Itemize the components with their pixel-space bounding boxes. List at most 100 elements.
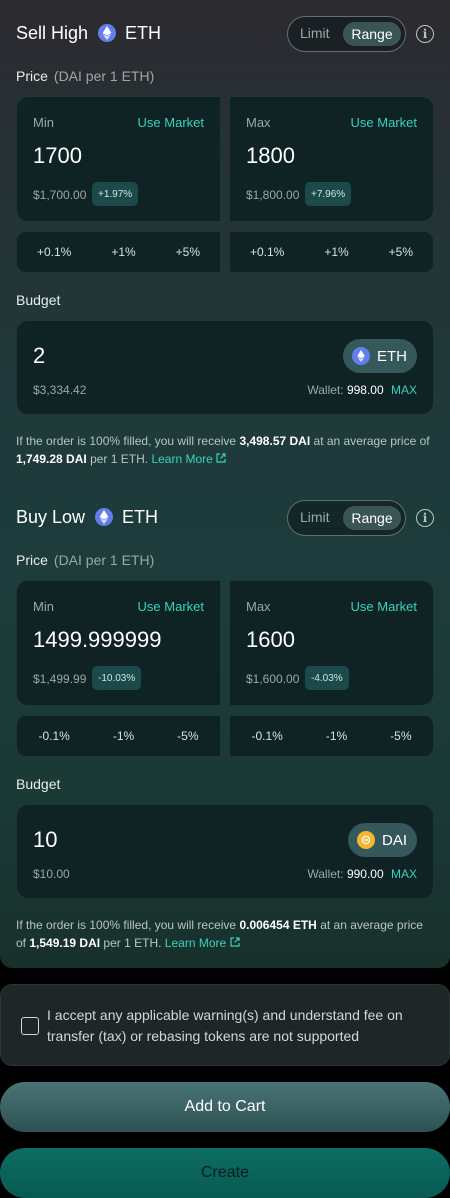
buy-budget-token-badge: DAI: [347, 823, 417, 857]
summary-text: If the order is 100% filled, you will re…: [16, 918, 237, 932]
sell-wallet-balance: Wallet: 998.00 MAX: [307, 383, 417, 397]
min-label: Min: [33, 115, 54, 130]
buy-budget-label: Budget: [16, 776, 61, 792]
summary-amount: 3,498.57 DAI: [239, 434, 311, 448]
pct-button[interactable]: +5%: [383, 241, 419, 263]
sell-max-pct-badge: +7.96%: [305, 182, 352, 206]
buy-min-price-input[interactable]: 1499.999999: [33, 627, 161, 653]
buy-price-label: Price (DAI per 1 ETH): [16, 552, 154, 568]
buy-budget-box: 10 $10.00 DAI Wallet: 990.00 MAX: [16, 804, 434, 899]
sell-max-price-box: Max Use Market 1800 $1,800.00 +7.96%: [229, 96, 434, 222]
buy-limit-option[interactable]: Limit: [300, 509, 330, 525]
pct-button[interactable]: -0.1%: [32, 725, 75, 747]
summary-text: per 1 ETH.: [90, 452, 149, 466]
sell-max-price-input[interactable]: 1800: [246, 143, 295, 169]
learn-more-link[interactable]: Learn More: [151, 452, 226, 466]
sell-budget-usd: $3,334.42: [33, 383, 87, 397]
add-to-cart-button[interactable]: Add to Cart: [0, 1082, 450, 1132]
buy-fill-summary: If the order is 100% filled, you will re…: [16, 916, 436, 952]
sell-title: Sell High: [16, 22, 89, 43]
sell-budget-label: Budget: [16, 292, 61, 308]
buy-max-use-market-button[interactable]: Use Market: [351, 599, 417, 614]
sell-min-price-box: Min Use Market 1700 $1,700.00 +1.97%: [16, 96, 221, 222]
sell-limit-option[interactable]: Limit: [300, 25, 330, 41]
create-button[interactable]: Create: [0, 1148, 450, 1198]
price-unit: (DAI per 1 ETH): [53, 68, 155, 84]
wallet-value: 998.00: [346, 383, 384, 397]
buy-max-button[interactable]: MAX: [391, 867, 417, 881]
pct-button[interactable]: -5%: [171, 725, 204, 747]
buy-max-pct-badge: -4.03%: [305, 666, 349, 690]
info-icon[interactable]: i: [416, 509, 434, 527]
eth-icon: [95, 508, 114, 526]
wallet-label: Wallet:: [307, 867, 344, 881]
sell-fill-summary: If the order is 100% filled, you will re…: [16, 432, 436, 468]
sell-budget-input[interactable]: 2: [33, 343, 45, 369]
buy-max-usd: $1,600.00: [246, 672, 300, 686]
summary-amount: 0.006454 ETH: [239, 918, 317, 932]
learn-more-link[interactable]: Learn More: [165, 936, 240, 950]
sell-budget-box: 2 $3,334.42 ETH Wallet: 998.00 MAX: [16, 320, 434, 415]
pct-button[interactable]: +1%: [318, 241, 354, 263]
sell-min-pct-buttons: +0.1% +1% +5%: [16, 231, 221, 273]
wallet-value: 990.00: [346, 867, 384, 881]
order-panel: Sell High ETH Limit Range i Price (DAI pe…: [0, 0, 450, 968]
sell-min-usd: $1,700.00: [33, 188, 87, 202]
pct-button[interactable]: +1%: [105, 241, 141, 263]
max-label: Max: [246, 115, 271, 130]
learn-more-text: Learn More: [151, 452, 213, 466]
buy-max-price-box: Max Use Market 1600 $1,600.00 -4.03%: [229, 580, 434, 706]
sell-budget-token-badge: ETH: [343, 339, 417, 373]
summary-text: per 1 ETH.: [103, 936, 162, 950]
pct-button[interactable]: -5%: [384, 725, 417, 747]
pct-button[interactable]: +0.1%: [31, 241, 77, 263]
sell-min-price-input[interactable]: 1700: [33, 143, 82, 169]
accept-text: I accept any applicable warning(s) and u…: [47, 1007, 403, 1044]
buy-min-pct-badge: -10.03%: [92, 666, 142, 690]
price-label-text: Price: [16, 68, 48, 84]
buy-token: ETH: [122, 506, 159, 527]
buy-title: Buy Low: [16, 506, 86, 527]
eth-icon: [352, 347, 370, 365]
buy-header: Buy Low ETH: [16, 504, 158, 530]
sell-min-use-market-button[interactable]: Use Market: [138, 115, 204, 130]
info-icon[interactable]: i: [416, 25, 434, 43]
buy-min-price-box: Min Use Market 1499.999999 $1,499.99 -10…: [16, 580, 221, 706]
sell-min-pct-badge: +1.97%: [92, 182, 139, 206]
min-label: Min: [33, 599, 54, 614]
token-symbol: ETH: [377, 347, 407, 365]
buy-max-pct-buttons: -0.1% -1% -5%: [229, 715, 434, 757]
buy-order-type-toggle: Limit Range: [287, 500, 406, 536]
learn-more-text: Learn More: [164, 936, 227, 950]
pct-button[interactable]: +0.1%: [244, 241, 290, 263]
buy-budget-input[interactable]: 10: [33, 827, 57, 853]
pct-button[interactable]: -1%: [320, 725, 353, 747]
sell-max-button[interactable]: MAX: [391, 383, 417, 397]
buy-range-option[interactable]: Range: [343, 506, 401, 530]
summary-price: 1,749.28 DAI: [16, 452, 87, 466]
pct-button[interactable]: +5%: [170, 241, 206, 263]
sell-order-type-toggle: Limit Range: [287, 16, 406, 52]
token-symbol: DAI: [381, 831, 407, 849]
sell-range-option[interactable]: Range: [343, 22, 401, 46]
buy-budget-usd: $10.00: [33, 867, 70, 881]
sell-token: ETH: [125, 22, 162, 43]
buy-wallet-balance: Wallet: 990.00 MAX: [307, 867, 417, 881]
summary-price: 1,549.19 DAI: [29, 936, 101, 950]
summary-text: If the order is 100% filled, you will re…: [16, 434, 237, 448]
sell-max-use-market-button[interactable]: Use Market: [351, 115, 417, 130]
sell-max-usd: $1,800.00: [246, 188, 300, 202]
price-label-text: Price: [16, 552, 48, 568]
buy-max-price-input[interactable]: 1600: [246, 627, 295, 653]
accept-checkbox[interactable]: [21, 1017, 39, 1035]
pct-button[interactable]: -0.1%: [245, 725, 288, 747]
dai-icon: [356, 831, 375, 849]
max-label: Max: [246, 599, 271, 614]
external-link-icon: [216, 453, 226, 463]
sell-header: Sell High ETH: [16, 20, 161, 46]
pct-button[interactable]: -1%: [107, 725, 140, 747]
external-link-icon: [229, 937, 240, 947]
buy-min-use-market-button[interactable]: Use Market: [138, 599, 204, 614]
buy-min-pct-buttons: -0.1% -1% -5%: [16, 715, 221, 757]
sell-max-pct-buttons: +0.1% +1% +5%: [229, 231, 434, 273]
